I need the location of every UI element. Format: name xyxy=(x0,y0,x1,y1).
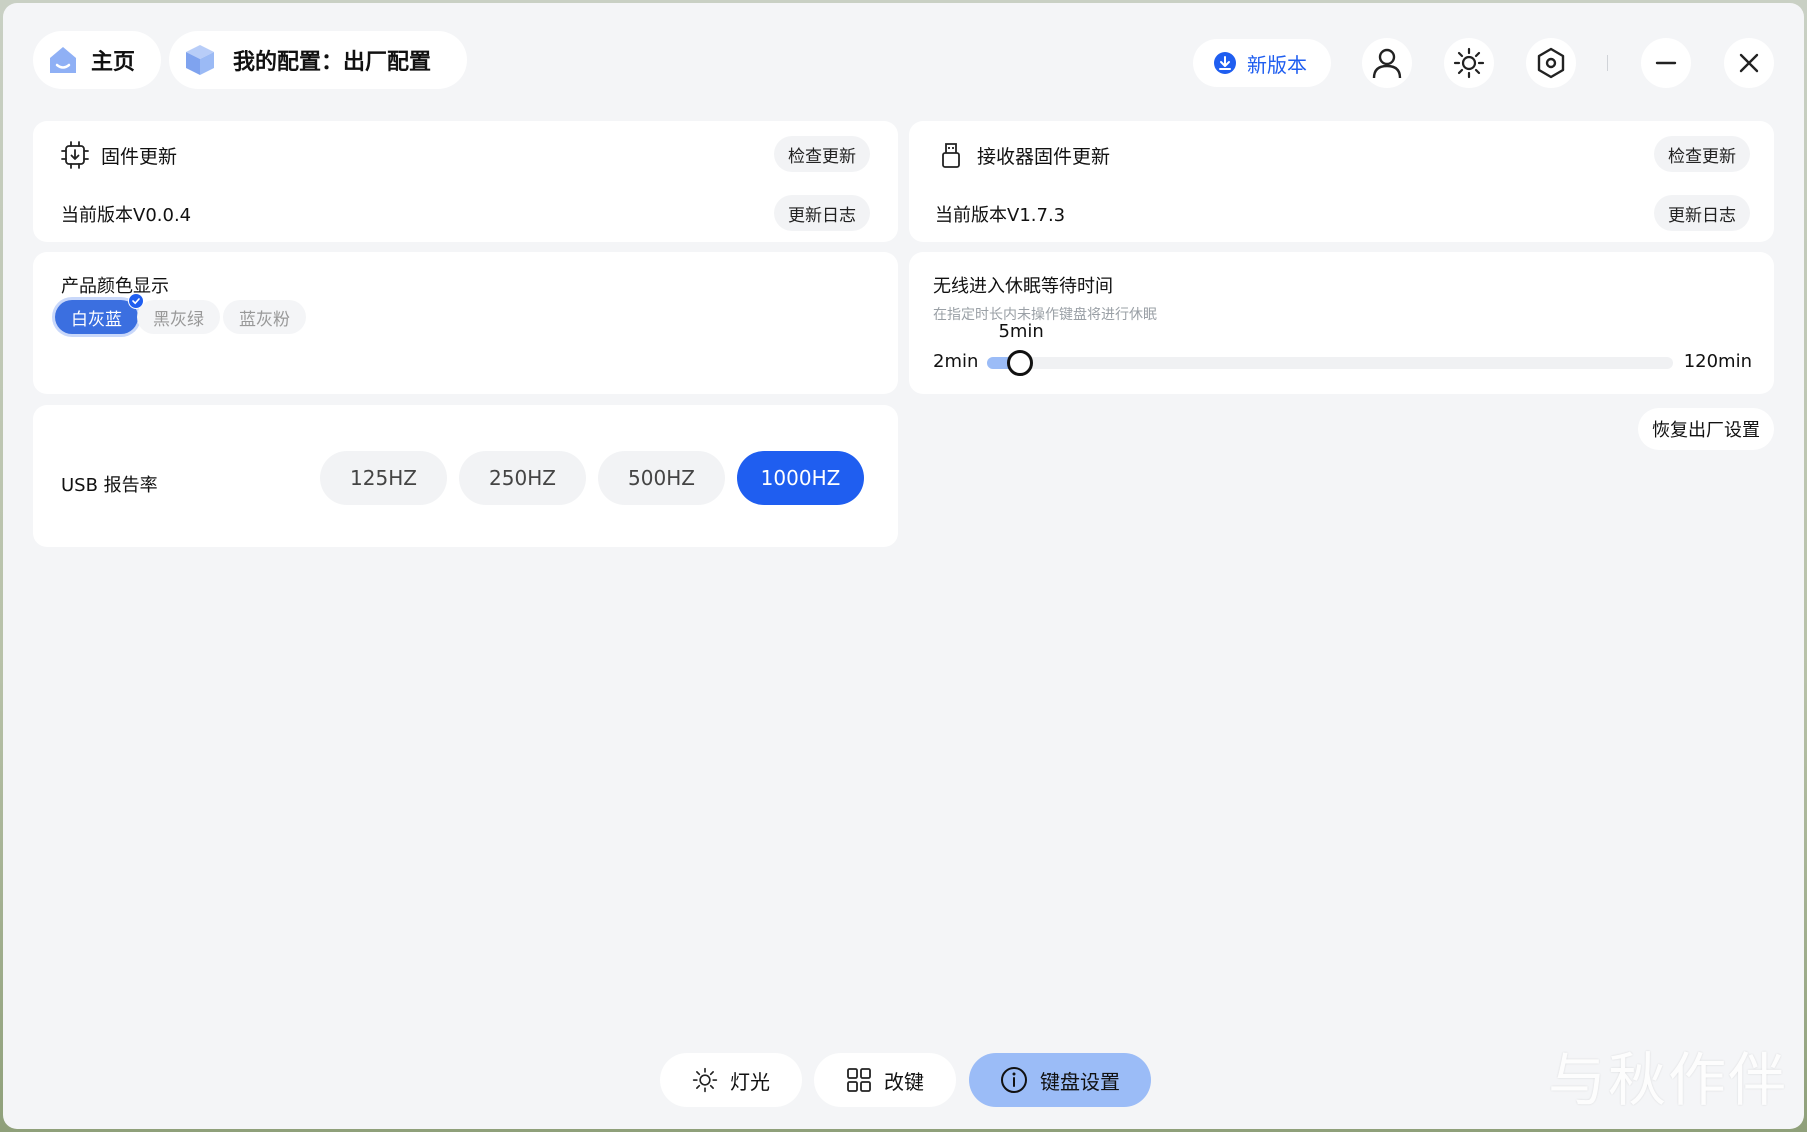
receiver-title: 接收器固件更新 xyxy=(977,146,1111,168)
nav-keyboard-settings[interactable]: 键盘设置 xyxy=(969,1053,1151,1107)
sleep-slider-value: 5min xyxy=(998,321,1044,342)
receiver-check-update-button[interactable]: 检查更新 xyxy=(1654,136,1750,172)
user-icon xyxy=(1370,46,1404,80)
cube-icon xyxy=(183,43,217,77)
color-display-title: 产品颜色显示 xyxy=(61,276,169,297)
minimize-button[interactable] xyxy=(1641,38,1691,88)
color-option-chip[interactable]: 白灰蓝 xyxy=(55,293,144,334)
home-icon xyxy=(47,44,79,76)
download-icon xyxy=(1213,51,1237,75)
new-version-button[interactable]: 新版本 xyxy=(1193,39,1331,87)
usb-rate-title: USB 报告率 xyxy=(61,475,158,496)
app-window: 主页 我的配置：出厂配置 新版本 固件更新 检查更新 当前版本V0.0.4 更新… xyxy=(3,3,1804,1129)
color-option-chip[interactable]: 黑灰绿 xyxy=(137,300,220,334)
close-icon xyxy=(1737,51,1761,75)
nav-lighting-label: 灯光 xyxy=(730,1069,770,1094)
usb-rate-option[interactable]: 125HZ xyxy=(320,451,447,505)
usb-rate-option[interactable]: 500HZ xyxy=(598,451,725,505)
receiver-changelog-button[interactable]: 更新日志 xyxy=(1654,195,1750,231)
nav-lighting[interactable]: 灯光 xyxy=(660,1053,802,1107)
firmware-title: 固件更新 xyxy=(101,146,178,168)
sleep-description: 在指定时长内未操作键盘将进行休眠 xyxy=(933,307,1157,323)
new-version-label: 新版本 xyxy=(1247,52,1307,77)
home-label: 主页 xyxy=(91,50,136,75)
usb-rate-option[interactable]: 250HZ xyxy=(459,451,586,505)
home-button[interactable]: 主页 xyxy=(33,31,161,89)
sun-icon xyxy=(692,1067,718,1093)
color-option-chip[interactable]: 蓝灰粉 xyxy=(223,300,306,334)
minimize-icon xyxy=(1654,51,1678,75)
close-button[interactable] xyxy=(1724,38,1774,88)
firmware-changelog-button[interactable]: 更新日志 xyxy=(774,195,870,231)
firmware-check-update-button[interactable]: 检查更新 xyxy=(774,136,870,172)
restore-factory-button[interactable]: 恢复出厂设置 xyxy=(1638,408,1774,450)
nav-keyboard-settings-label: 键盘设置 xyxy=(1040,1069,1120,1094)
watermark: 与秋作伴 xyxy=(1548,1046,1789,1114)
grid-icon xyxy=(846,1067,872,1093)
receiver-version: 当前版本V1.7.3 xyxy=(935,205,1066,226)
sleep-slider-track[interactable]: 5min xyxy=(987,321,1673,376)
sleep-card: 无线进入休眠等待时间 在指定时长内未操作键盘将进行休眠 2min 120min … xyxy=(909,252,1774,394)
usb-receiver-icon xyxy=(937,141,965,169)
info-icon xyxy=(1000,1066,1028,1094)
sleep-title: 无线进入休眠等待时间 xyxy=(933,276,1113,297)
color-display-card: 产品颜色显示 白灰蓝 黑灰绿 蓝灰粉 xyxy=(33,252,898,394)
nav-remap-label: 改键 xyxy=(884,1069,924,1094)
receiver-card: 接收器固件更新 检查更新 当前版本V1.7.3 更新日志 xyxy=(909,121,1774,242)
firmware-version: 当前版本V0.0.4 xyxy=(61,205,192,226)
user-button[interactable] xyxy=(1362,38,1412,88)
config-button[interactable]: 我的配置：出厂配置 xyxy=(169,31,467,89)
sleep-min-label: 2min xyxy=(933,351,979,372)
settings-button[interactable] xyxy=(1526,38,1576,88)
sun-icon xyxy=(1453,47,1485,79)
nav-remap[interactable]: 改键 xyxy=(814,1053,956,1107)
brightness-button[interactable] xyxy=(1444,38,1494,88)
sleep-slider-thumb[interactable] xyxy=(1007,350,1034,376)
firmware-card: 固件更新 检查更新 当前版本V0.0.4 更新日志 xyxy=(33,121,898,242)
usb-rate-option[interactable]: 1000HZ xyxy=(737,451,864,505)
header-divider xyxy=(1607,55,1608,71)
sleep-max-label: 120min xyxy=(1683,351,1752,372)
chip-icon xyxy=(61,141,89,169)
hexagon-settings-icon xyxy=(1535,47,1567,79)
config-label: 我的配置：出厂配置 xyxy=(233,50,432,75)
